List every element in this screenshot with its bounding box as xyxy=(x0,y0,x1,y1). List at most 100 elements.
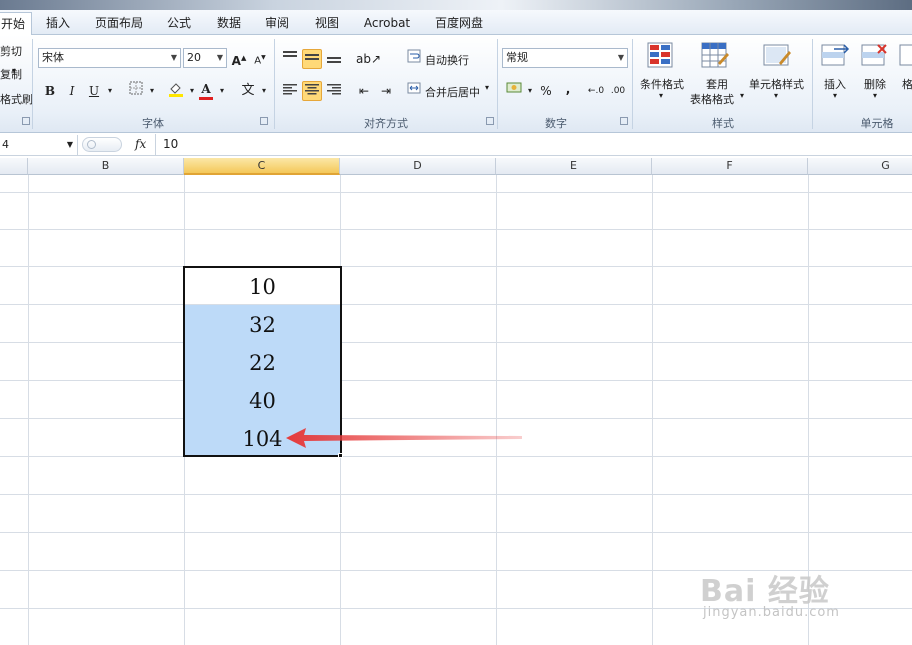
chevron-down-icon[interactable]: ▾ xyxy=(833,91,837,100)
chevron-down-icon[interactable]: ▾ xyxy=(100,81,120,101)
merge-center-button[interactable]: 合并后居中 xyxy=(425,84,480,100)
grid-line xyxy=(0,192,912,193)
font-group-label: 字体 xyxy=(142,117,164,130)
formula-bar-expander[interactable] xyxy=(82,137,122,152)
cut-button[interactable]: 剪切 xyxy=(0,43,22,59)
column-header-c[interactable]: C xyxy=(184,158,340,175)
font-name-value: 宋体 xyxy=(42,51,64,64)
decrease-indent-icon[interactable]: ⇤ xyxy=(354,81,374,101)
grid-line xyxy=(496,175,497,645)
conditional-format-icon[interactable] xyxy=(646,41,676,71)
tab-home[interactable]: 开始 xyxy=(0,12,32,36)
align-center-icon[interactable] xyxy=(302,81,322,101)
alignment-launcher-icon[interactable] xyxy=(486,117,494,125)
italic-button[interactable]: I xyxy=(62,81,82,101)
decrease-decimal-icon[interactable]: .00 xyxy=(608,81,628,101)
formula-bar: 4 ▼ fx 10 xyxy=(0,134,912,156)
conditional-format-button[interactable]: 条件格式 xyxy=(640,76,684,92)
cell-styles-button[interactable]: 单元格样式 xyxy=(749,76,804,92)
column-header-a-partial[interactable] xyxy=(0,158,28,175)
grid-line xyxy=(0,380,912,381)
merge-center-icon[interactable] xyxy=(404,81,424,101)
chevron-down-icon[interactable]: ▾ xyxy=(740,91,744,100)
chevron-down-icon[interactable]: ▾ xyxy=(254,81,274,101)
name-box[interactable]: 4 ▼ xyxy=(0,135,78,155)
tab-insert[interactable]: 插入 xyxy=(38,12,78,35)
column-header-g[interactable]: G xyxy=(808,158,912,175)
chevron-down-icon[interactable]: ▾ xyxy=(774,91,778,100)
group-separator xyxy=(632,39,633,129)
column-header-d[interactable]: D xyxy=(340,158,496,175)
chevron-down-icon[interactable]: ▾ xyxy=(873,91,877,100)
align-top-icon[interactable] xyxy=(280,49,300,69)
shrink-font-icon[interactable]: A▼ xyxy=(250,48,270,68)
ribbon: 剪切 复制 ▾ 格式刷 宋体 ▼ 20 ▼ A▲ A▼ B I U ▾ ▾ ▾ … xyxy=(0,35,912,133)
tab-baidu-netdisk[interactable]: 百度网盘 xyxy=(428,12,490,35)
fill-handle[interactable] xyxy=(338,453,343,458)
grid-line xyxy=(0,494,912,495)
percent-button[interactable]: % xyxy=(536,81,556,101)
column-header-b[interactable]: B xyxy=(28,158,184,175)
format-cells-icon[interactable] xyxy=(898,41,912,71)
tab-formulas[interactable]: 公式 xyxy=(160,12,198,35)
chevron-down-icon[interactable]: ▾ xyxy=(142,81,162,101)
insert-cells-icon[interactable] xyxy=(820,41,850,71)
grid-line xyxy=(0,532,912,533)
watermark-url: jingyan.baidu.com xyxy=(703,605,840,620)
increase-indent-icon[interactable]: ⇥ xyxy=(376,81,396,101)
format-button[interactable]: 格 xyxy=(902,76,912,92)
number-group-label: 数字 xyxy=(545,117,567,130)
font-launcher-icon[interactable] xyxy=(260,117,268,125)
tab-review[interactable]: 审阅 xyxy=(258,12,296,35)
cell-styles-icon[interactable] xyxy=(762,41,792,71)
orientation-icon[interactable]: ab↗ xyxy=(356,49,381,69)
grid-line xyxy=(0,304,912,305)
column-header-f[interactable]: F xyxy=(652,158,808,175)
tab-data[interactable]: 数据 xyxy=(210,12,248,35)
wrap-text-button[interactable]: 自动换行 xyxy=(425,52,469,68)
grid-line xyxy=(0,229,912,230)
number-format-select[interactable]: 常规 ▼ xyxy=(502,48,628,68)
chevron-down-icon[interactable]: ▾ xyxy=(212,81,232,101)
align-middle-icon[interactable] xyxy=(302,49,322,69)
increase-decimal-icon[interactable]: ←.0 xyxy=(586,81,606,101)
number-launcher-icon[interactable] xyxy=(620,117,628,125)
alignment-group-label: 对齐方式 xyxy=(364,117,408,130)
grow-font-icon[interactable]: A▲ xyxy=(229,48,249,68)
column-header-e[interactable]: E xyxy=(496,158,652,175)
formula-input[interactable]: 10 xyxy=(163,137,178,151)
copy-dropdown-icon[interactable]: ▾ xyxy=(12,66,16,75)
tab-acrobat[interactable]: Acrobat xyxy=(358,12,416,35)
font-size-select[interactable]: 20 ▼ xyxy=(183,48,227,68)
tab-view[interactable]: 视图 xyxy=(308,12,346,35)
excel-window: 开始 插入 页面布局 公式 数据 审阅 视图 Acrobat 百度网盘 剪切 复… xyxy=(0,0,912,645)
insert-function-icon[interactable]: fx xyxy=(135,137,146,151)
name-box-value: 4 xyxy=(2,138,9,151)
chevron-down-icon[interactable]: ▼ xyxy=(67,135,73,155)
clipboard-launcher-icon[interactable] xyxy=(22,117,30,125)
grid-line xyxy=(0,342,912,343)
font-name-select[interactable]: 宋体 ▼ xyxy=(38,48,181,68)
tab-page-layout[interactable]: 页面布局 xyxy=(88,12,150,35)
grid-line xyxy=(0,418,912,419)
chevron-down-icon[interactable]: ▾ xyxy=(659,91,663,100)
delete-button[interactable]: 删除 xyxy=(864,76,886,92)
grid-line xyxy=(28,175,29,645)
grid-line xyxy=(0,456,912,457)
copy-button[interactable]: 复制 xyxy=(0,66,22,82)
bold-button[interactable]: B xyxy=(40,81,60,101)
table-format-icon[interactable] xyxy=(700,41,730,71)
insert-button[interactable]: 插入 xyxy=(824,76,846,92)
comma-button[interactable]: , xyxy=(558,79,578,99)
chevron-down-icon: ▼ xyxy=(617,53,624,62)
align-left-icon[interactable] xyxy=(280,81,300,101)
chevron-down-icon: ▼ xyxy=(170,53,177,62)
align-bottom-icon[interactable] xyxy=(324,49,344,69)
table-format-button-line2[interactable]: 表格格式 xyxy=(690,91,734,107)
table-format-button-line1[interactable]: 套用 xyxy=(706,76,728,92)
align-right-icon[interactable] xyxy=(324,81,344,101)
chevron-down-icon[interactable]: ▾ xyxy=(485,83,489,92)
wrap-text-icon[interactable] xyxy=(404,49,424,69)
delete-cells-icon[interactable] xyxy=(860,41,890,71)
format-painter-button[interactable]: 格式刷 xyxy=(0,91,33,107)
